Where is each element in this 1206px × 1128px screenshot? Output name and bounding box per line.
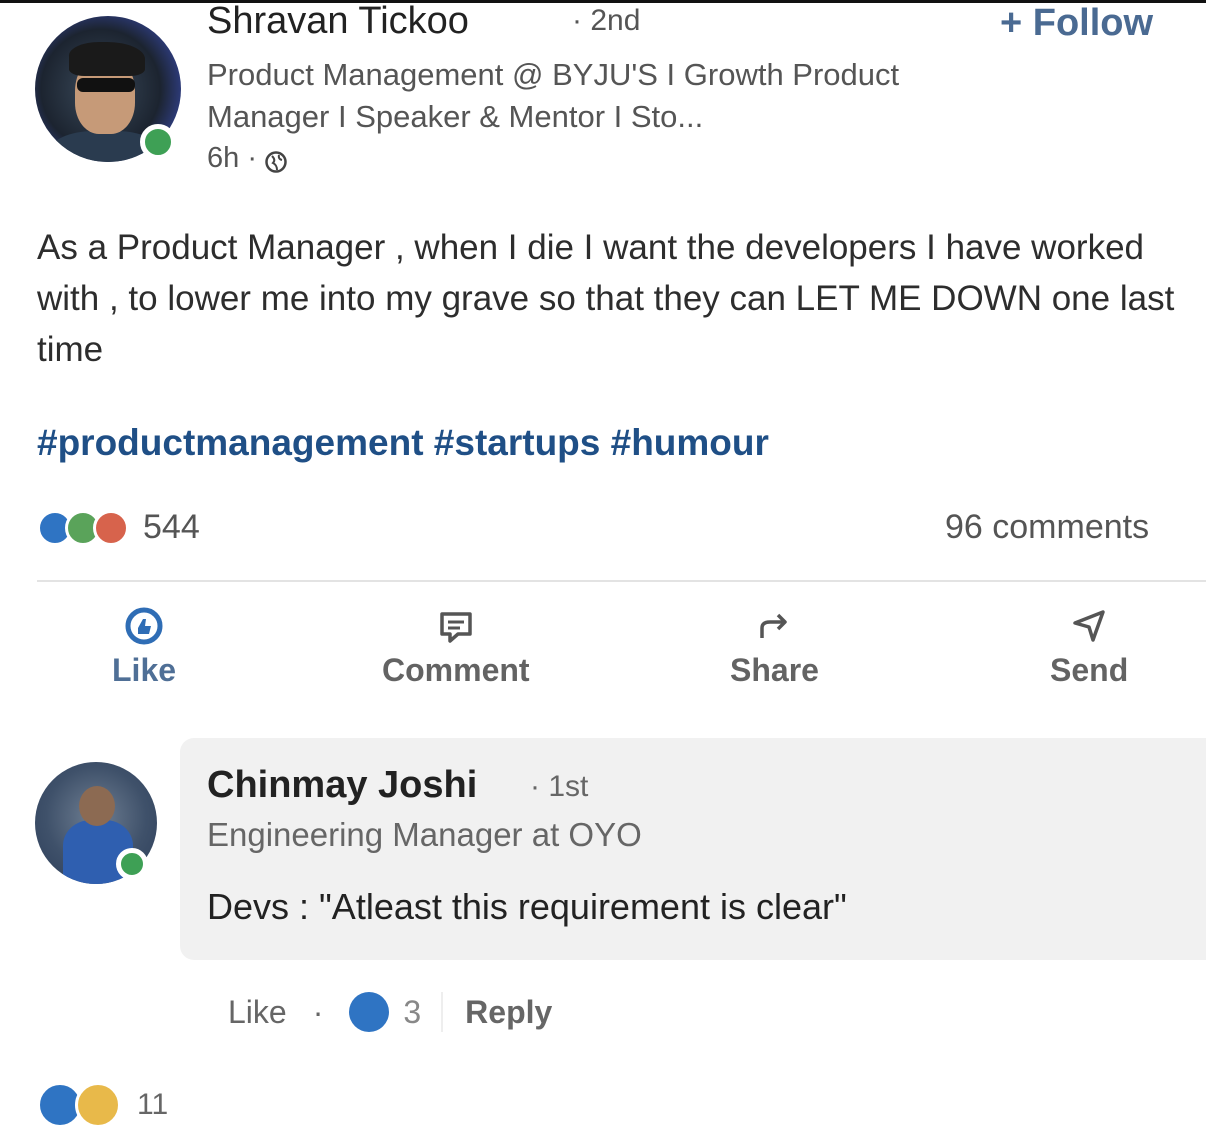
send-button[interactable]: Send xyxy=(1050,606,1128,689)
share-label: Share xyxy=(730,652,819,688)
follow-button[interactable]: + Follow xyxy=(1000,2,1153,45)
comment-text: Devs : "Atleast this requirement is clea… xyxy=(207,886,847,927)
online-status-indicator xyxy=(116,848,148,880)
comments-count[interactable]: 96 comments xyxy=(945,508,1149,547)
next-reactions-summary[interactable]: 11 xyxy=(37,1082,168,1128)
connection-degree: · 2nd xyxy=(572,4,641,37)
reaction-count: 544 xyxy=(143,508,200,546)
divider xyxy=(441,992,444,1032)
reactions-summary[interactable]: 544 xyxy=(37,508,200,547)
comment-like-button[interactable]: Like xyxy=(228,994,287,1031)
commenter-name[interactable]: Chinmay Joshi xyxy=(207,764,477,807)
paper-plane-icon xyxy=(1073,610,1105,642)
speech-bubble-icon xyxy=(440,612,472,643)
commenter-degree: · 1st xyxy=(530,770,589,803)
share-arrow-icon xyxy=(760,613,788,638)
post-hashtags[interactable]: #productmanagement #startups #humour xyxy=(37,422,769,464)
comment-button[interactable]: Comment xyxy=(382,606,530,689)
post-meta: 6h · xyxy=(207,142,287,175)
share-button[interactable]: Share xyxy=(730,606,819,689)
comment-label: Comment xyxy=(382,652,530,688)
divider xyxy=(37,580,1206,582)
commenter-headline: Engineering Manager at OYO xyxy=(207,816,642,853)
post-time: 6h · xyxy=(207,142,257,174)
online-status-indicator xyxy=(140,124,176,160)
like-label: Like xyxy=(112,652,177,688)
reply-button[interactable]: Reply xyxy=(465,994,552,1031)
post-text: As a Product Manager , when I die I want… xyxy=(37,228,1175,369)
separator: · xyxy=(312,993,324,1030)
send-label: Send xyxy=(1050,652,1129,688)
author-name[interactable]: Shravan Tickoo xyxy=(207,0,469,43)
like-reaction-icon xyxy=(349,992,390,1032)
comment-like-count[interactable]: 3 xyxy=(403,994,421,1031)
author-headline: Product Management @ BYJU'S I Growth Pro… xyxy=(207,57,900,134)
globe-icon xyxy=(265,148,287,173)
like-button[interactable]: Like xyxy=(112,606,176,689)
love-reaction-icon xyxy=(93,509,129,546)
thumbs-up-icon xyxy=(125,607,163,645)
next-reaction-count: 11 xyxy=(137,1088,169,1121)
comment-actions: Like · 3 Reply xyxy=(228,992,552,1032)
laugh-reaction-icon xyxy=(75,1082,121,1128)
